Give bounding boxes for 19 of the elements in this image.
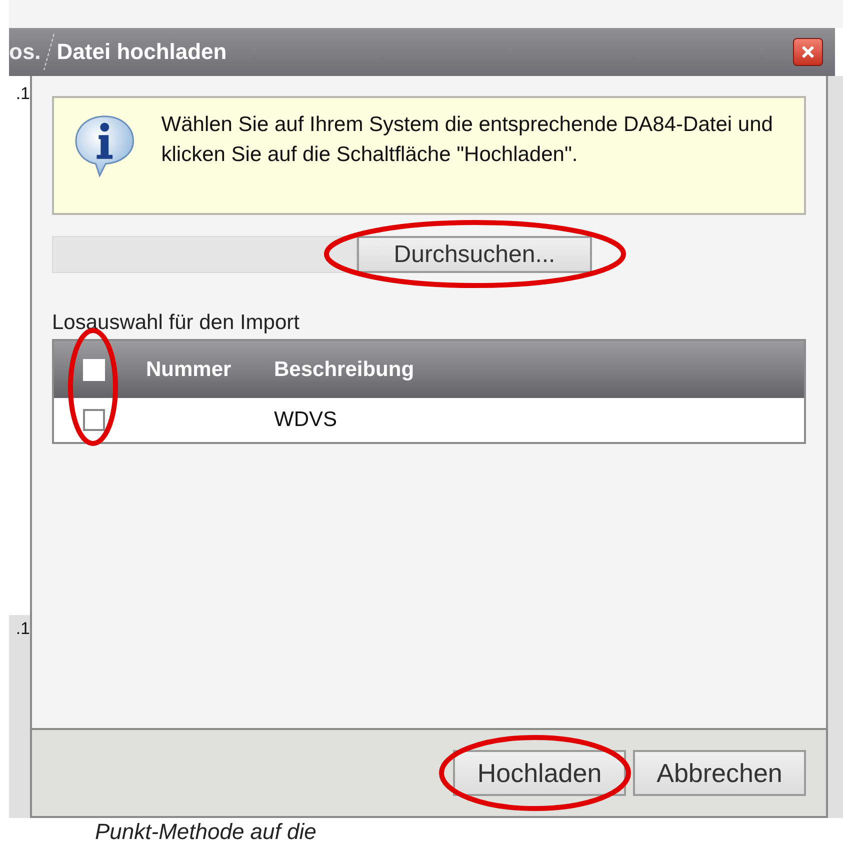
close-icon [800,44,816,60]
table-cell: .1 [16,84,30,104]
dialog-button[interactable]: Hochladen [453,750,626,796]
section-label: Losauswahl für den Import [52,311,300,335]
select-all-checkbox[interactable] [83,358,105,380]
close-button[interactable] [793,38,823,66]
info-message: Wählen Sie auf Ihrem System die entsprechende DA84-Datei und klicken Sie auf die Schaltfläche "Hochladen". [161,112,774,168]
table-cell: .1 [16,619,30,639]
column-header: Nummer [145,358,232,382]
row-checkbox[interactable] [83,409,105,431]
column-header: Beschreibung [273,358,416,382]
table-cell-text: WDVS [273,408,338,432]
tab-separator-icon [42,32,55,72]
background-text: Punkt-Methode auf die [95,818,318,845]
dialog-title: Datei hochladen [56,39,228,65]
dialog-button[interactable]: Abbrechen [633,750,806,796]
tab-label[interactable]: os. [9,39,41,65]
browse-button[interactable]: Durchsuchen... [357,236,592,273]
file-path-field[interactable] [52,236,357,273]
